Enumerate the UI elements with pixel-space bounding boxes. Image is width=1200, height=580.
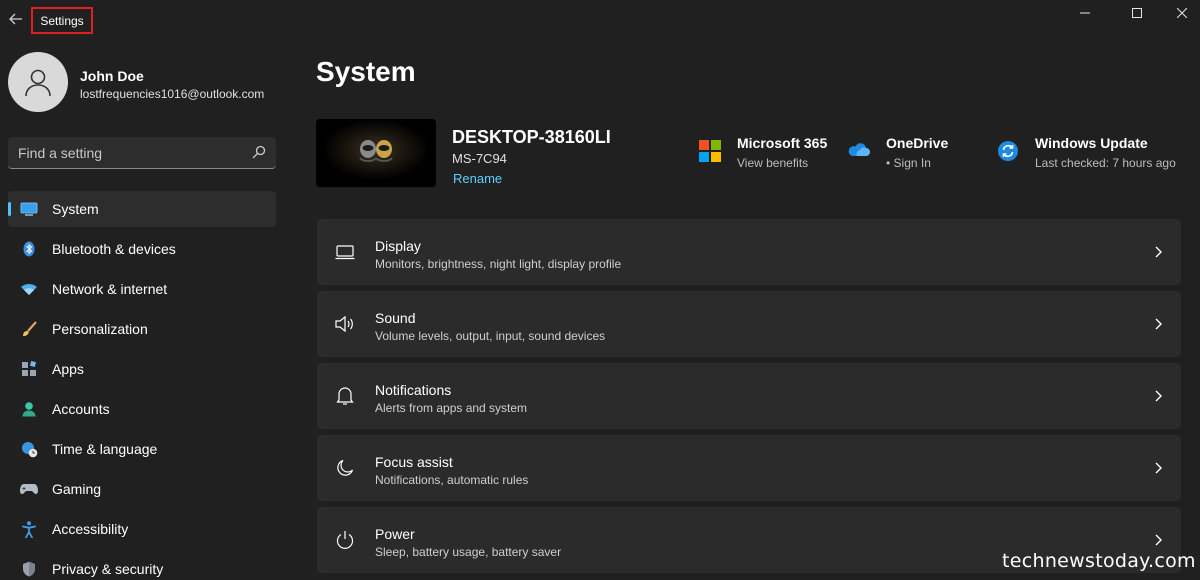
card-subtitle: Alerts from apps and system	[375, 401, 528, 415]
gamepad-icon	[20, 480, 38, 498]
cloud-icon	[848, 143, 870, 156]
avatar[interactable]	[8, 52, 68, 112]
card-subtitle: Notifications, automatic rules	[375, 473, 529, 487]
brush-icon	[20, 320, 38, 338]
sidebar-item-privacy-security[interactable]: Privacy & security	[8, 551, 276, 580]
search-icon[interactable]	[252, 145, 266, 159]
card-title: Notifications	[375, 382, 452, 398]
card-title: Focus assist	[375, 454, 453, 470]
device-wallpaper-thumbnail	[316, 119, 436, 187]
monitor-icon	[20, 200, 38, 218]
chevron-right-icon	[1155, 246, 1162, 258]
wallpaper-image	[316, 119, 436, 187]
search-box[interactable]	[8, 137, 276, 169]
shield-icon	[20, 560, 38, 578]
bell-icon	[334, 386, 356, 406]
settings-card-display[interactable]: Display Monitors, brightness, night ligh…	[317, 219, 1181, 285]
maximize-button[interactable]	[1114, 0, 1160, 26]
sidebar-item-accounts[interactable]: Accounts	[8, 391, 276, 427]
sidebar-item-apps[interactable]: Apps	[8, 351, 276, 387]
sidebar-item-label: System	[52, 201, 99, 217]
apps-icon	[20, 360, 38, 378]
back-arrow-icon	[9, 13, 22, 25]
card-subtitle: Sleep, battery usage, battery saver	[375, 545, 562, 559]
watermark: technewstoday.com	[1002, 550, 1196, 572]
chevron-right-icon	[1155, 390, 1162, 402]
quick-link-subtitle: View benefits	[737, 156, 809, 170]
person-icon	[25, 69, 51, 97]
settings-card-sound[interactable]: Sound Volume levels, output, input, soun…	[317, 291, 1181, 357]
device-name: DESKTOP-38160LI	[452, 127, 611, 147]
search-input[interactable]	[18, 137, 238, 168]
quick-link-subtitle: • Sign In	[886, 156, 931, 170]
sidebar-item-label: Bluetooth & devices	[52, 241, 176, 257]
rename-link[interactable]: Rename	[453, 171, 502, 186]
chevron-right-icon	[1155, 318, 1162, 330]
user-email: lostfrequencies1016@outlook.com	[80, 87, 265, 101]
sidebar-item-label: Gaming	[52, 481, 102, 497]
refresh-icon	[998, 141, 1018, 161]
device-model: MS-7C94	[452, 151, 507, 166]
user-name: John Doe	[80, 68, 144, 84]
moon-icon	[334, 458, 356, 478]
quick-link-windows-update[interactable]: Windows Update Last checked: 7 hours ago	[997, 134, 1187, 174]
chevron-right-icon	[1155, 462, 1162, 474]
sidebar-item-accessibility[interactable]: Accessibility	[8, 511, 276, 547]
person-icon	[20, 400, 38, 418]
quick-link-title: OneDrive	[886, 135, 949, 151]
chevron-right-icon	[1155, 534, 1162, 546]
bluetooth-icon	[20, 240, 38, 258]
card-title: Power	[375, 526, 415, 542]
sidebar-item-label: Privacy & security	[52, 561, 164, 577]
sidebar-item-time-language[interactable]: Time & language	[8, 431, 276, 467]
quick-link-microsoft-365[interactable]: Microsoft 365 View benefits	[699, 134, 829, 174]
minimize-icon	[1080, 12, 1090, 14]
back-button[interactable]	[6, 8, 26, 30]
sidebar-nav: System Bluetooth & devices Network & int…	[8, 191, 276, 580]
sidebar-item-label: Apps	[52, 361, 84, 377]
sidebar-item-label: Accounts	[52, 401, 110, 417]
quick-link-subtitle: Last checked: 7 hours ago	[1035, 156, 1176, 170]
sidebar-item-personalization[interactable]: Personalization	[8, 311, 276, 347]
sidebar-item-bluetooth-devices[interactable]: Bluetooth & devices	[8, 231, 276, 267]
page-title: System	[316, 56, 416, 87]
speaker-icon	[334, 314, 356, 334]
microsoft-logo-icon	[699, 140, 721, 162]
display-icon	[334, 242, 356, 262]
close-button[interactable]	[1159, 0, 1200, 26]
accessibility-icon	[20, 520, 38, 538]
card-subtitle: Monitors, brightness, night light, displ…	[375, 257, 622, 271]
sidebar-item-network-internet[interactable]: Network & internet	[8, 271, 276, 307]
wifi-icon	[20, 280, 38, 298]
sidebar-item-gaming[interactable]: Gaming	[8, 471, 276, 507]
card-title: Sound	[375, 310, 416, 326]
card-subtitle: Volume levels, output, input, sound devi…	[375, 329, 606, 343]
close-icon	[1177, 8, 1187, 18]
quick-link-title: Windows Update	[1035, 135, 1148, 151]
power-icon	[334, 530, 356, 550]
sidebar-item-label: Accessibility	[52, 521, 129, 537]
settings-card-focus-assist[interactable]: Focus assist Notifications, automatic ru…	[317, 435, 1181, 501]
sidebar-item-system[interactable]: System	[8, 191, 276, 227]
quick-link-onedrive[interactable]: OneDrive • Sign In	[848, 134, 958, 174]
sidebar-item-label: Time & language	[52, 441, 158, 457]
quick-link-title: Microsoft 365	[737, 135, 828, 151]
card-title: Display	[375, 238, 421, 254]
maximize-icon	[1132, 8, 1142, 18]
app-title: Settings	[31, 7, 93, 34]
sidebar-item-label: Personalization	[52, 321, 148, 337]
minimize-button[interactable]	[1062, 0, 1108, 26]
title-bar: Settings	[0, 0, 1200, 40]
sidebar-item-label: Network & internet	[52, 281, 168, 297]
globe-clock-icon	[20, 440, 38, 458]
settings-card-notifications[interactable]: Notifications Alerts from apps and syste…	[317, 363, 1181, 429]
